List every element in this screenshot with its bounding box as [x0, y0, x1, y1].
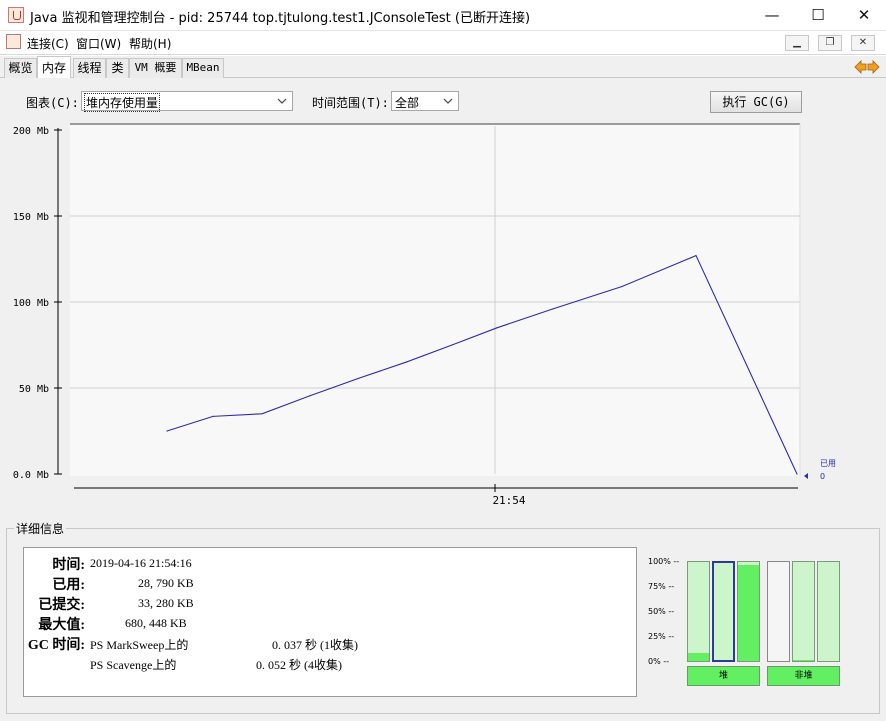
gc-time-label: GC 时间: [27, 638, 85, 653]
menu-window[interactable]: 窗口(W) [76, 35, 121, 52]
memory-pool-bars: 100% -- 75% -- 50% -- 25% -- 0% -- 堆 非堆 [640, 547, 840, 697]
menu-help[interactable]: 帮助(H) [129, 35, 171, 52]
heap-pool-bar-2[interactable] [712, 561, 735, 662]
java-internal-frame-icon[interactable] [6, 34, 21, 49]
tab-threads[interactable]: 线程 [73, 58, 106, 78]
committed-label: 已提交: [38, 598, 85, 613]
legend-value-used: 0 [820, 472, 825, 481]
heap-pool-bar-3[interactable] [737, 561, 760, 662]
nonheap-pool-bar-2[interactable] [792, 561, 815, 662]
maximize-button[interactable]: ☐ [795, 0, 841, 31]
data-point [166, 430, 168, 432]
pct-label: 100% -- [648, 557, 680, 566]
details-box: 时间: 2019-04-16 21:54:16 已用: 28, 790 KB 已… [23, 547, 637, 697]
mdi-minimize-button[interactable]: ▁ [785, 35, 809, 51]
legend-marker-icon [804, 473, 808, 479]
data-point [621, 285, 623, 288]
chart-select-value: 堆内存使用量 [84, 93, 161, 112]
gc1-name: PS MarkSweep上的 [90, 638, 189, 652]
chevron-down-icon [443, 98, 453, 104]
window-title-bar: Java 监视和管理控制台 - pid: 25744 top.tjtulong.… [0, 0, 886, 31]
y-tick-label: 0.0 Mb [13, 470, 49, 481]
max-value: 680, 448 KB [125, 616, 187, 630]
tab-memory[interactable]: 内存 [37, 56, 71, 79]
tab-mbean[interactable]: MBean [182, 58, 224, 78]
data-point [261, 413, 263, 415]
gc2-value: 0. 052 秒 (4收集) [256, 658, 342, 672]
max-label: 最大值: [38, 618, 85, 633]
tab-strip: 概览 内存 线程 类 VM 概要 MBean [0, 56, 886, 79]
pct-label: 75% -- [648, 582, 675, 591]
nonheap-pool-bar-2-fill [793, 660, 814, 661]
data-point [212, 415, 214, 417]
pct-label: 0% -- [648, 657, 670, 666]
pct-label: 25% -- [648, 632, 675, 641]
data-point [695, 254, 697, 257]
mdi-close-button[interactable]: ✕ [851, 35, 875, 51]
y-tick-label: 150 Mb [13, 212, 49, 223]
committed-value: 33, 280 KB [138, 596, 194, 610]
chart-select[interactable]: 堆内存使用量 [81, 91, 293, 112]
data-point [451, 344, 453, 346]
time-value: 2019-04-16 21:54:16 [90, 556, 192, 570]
tab-vm-summary[interactable]: VM 概要 [129, 58, 182, 78]
gc2-name: PS Scavenge上的 [90, 658, 177, 672]
data-point [309, 395, 311, 397]
mdi-restore-button[interactable]: ❐ [818, 35, 842, 51]
memory-panel: 图表(C): 堆内存使用量 时间范围(T): 全部 执行 GC(G) 0.0 M… [0, 78, 886, 721]
data-point [496, 327, 498, 329]
tab-classes[interactable]: 类 [106, 58, 129, 78]
chart-label: 图表(C): [26, 96, 79, 110]
heap-usage-chart: 0.0 Mb 50 Mb 100 Mb 150 Mb 200 Mb 21:54 已用 0 [13, 123, 836, 507]
x-tick-label: 21:54 [492, 494, 525, 507]
minimize-button[interactable]: — [749, 0, 795, 31]
data-point [796, 473, 798, 475]
used-label: 已用: [52, 578, 85, 593]
time-range-select[interactable]: 全部 [391, 91, 459, 111]
data-point [405, 361, 407, 363]
chevron-down-icon [277, 98, 287, 104]
nonheap-pool-bar-1[interactable] [767, 561, 790, 662]
y-tick-label: 50 Mb [19, 384, 49, 395]
nonheap-pool-bar-3[interactable] [817, 561, 840, 662]
heap-button[interactable]: 堆 [687, 666, 760, 686]
data-point [552, 308, 554, 310]
time-label: 时间: [52, 558, 85, 573]
y-tick-label: 200 Mb [13, 126, 49, 137]
tab-overview[interactable]: 概览 [4, 58, 37, 78]
java-duke-icon [854, 60, 880, 74]
heap-pool-bar-1[interactable] [687, 561, 710, 662]
pct-label: 50% -- [648, 607, 675, 616]
perform-gc-button[interactable]: 执行 GC(G) [710, 91, 802, 113]
time-range-value: 全部 [395, 96, 420, 110]
plot-area [70, 124, 800, 476]
heap-pool-bar-3-fill [738, 564, 759, 661]
menu-bar: 连接(C) 窗口(W) 帮助(H) ▁ ❐ ✕ [0, 31, 886, 55]
details-title: 详细信息 [14, 520, 67, 537]
menu-connection[interactable]: 连接(C) [27, 35, 69, 52]
gc1-value: 0. 037 秒 (1收集) [272, 638, 358, 652]
legend-label-used: 已用 [820, 459, 836, 468]
close-button[interactable]: ✕ [841, 0, 886, 31]
range-label: 时间范围(T): [312, 96, 389, 110]
used-value: 28, 790 KB [138, 576, 194, 590]
heap-pool-bar-1-fill [688, 653, 709, 661]
data-point [357, 377, 359, 380]
java-app-icon [8, 7, 24, 23]
nonheap-button[interactable]: 非堆 [767, 666, 840, 686]
y-tick-label: 100 Mb [13, 298, 49, 309]
window-title: Java 监视和管理控制台 - pid: 25744 top.tjtulong.… [30, 11, 531, 26]
